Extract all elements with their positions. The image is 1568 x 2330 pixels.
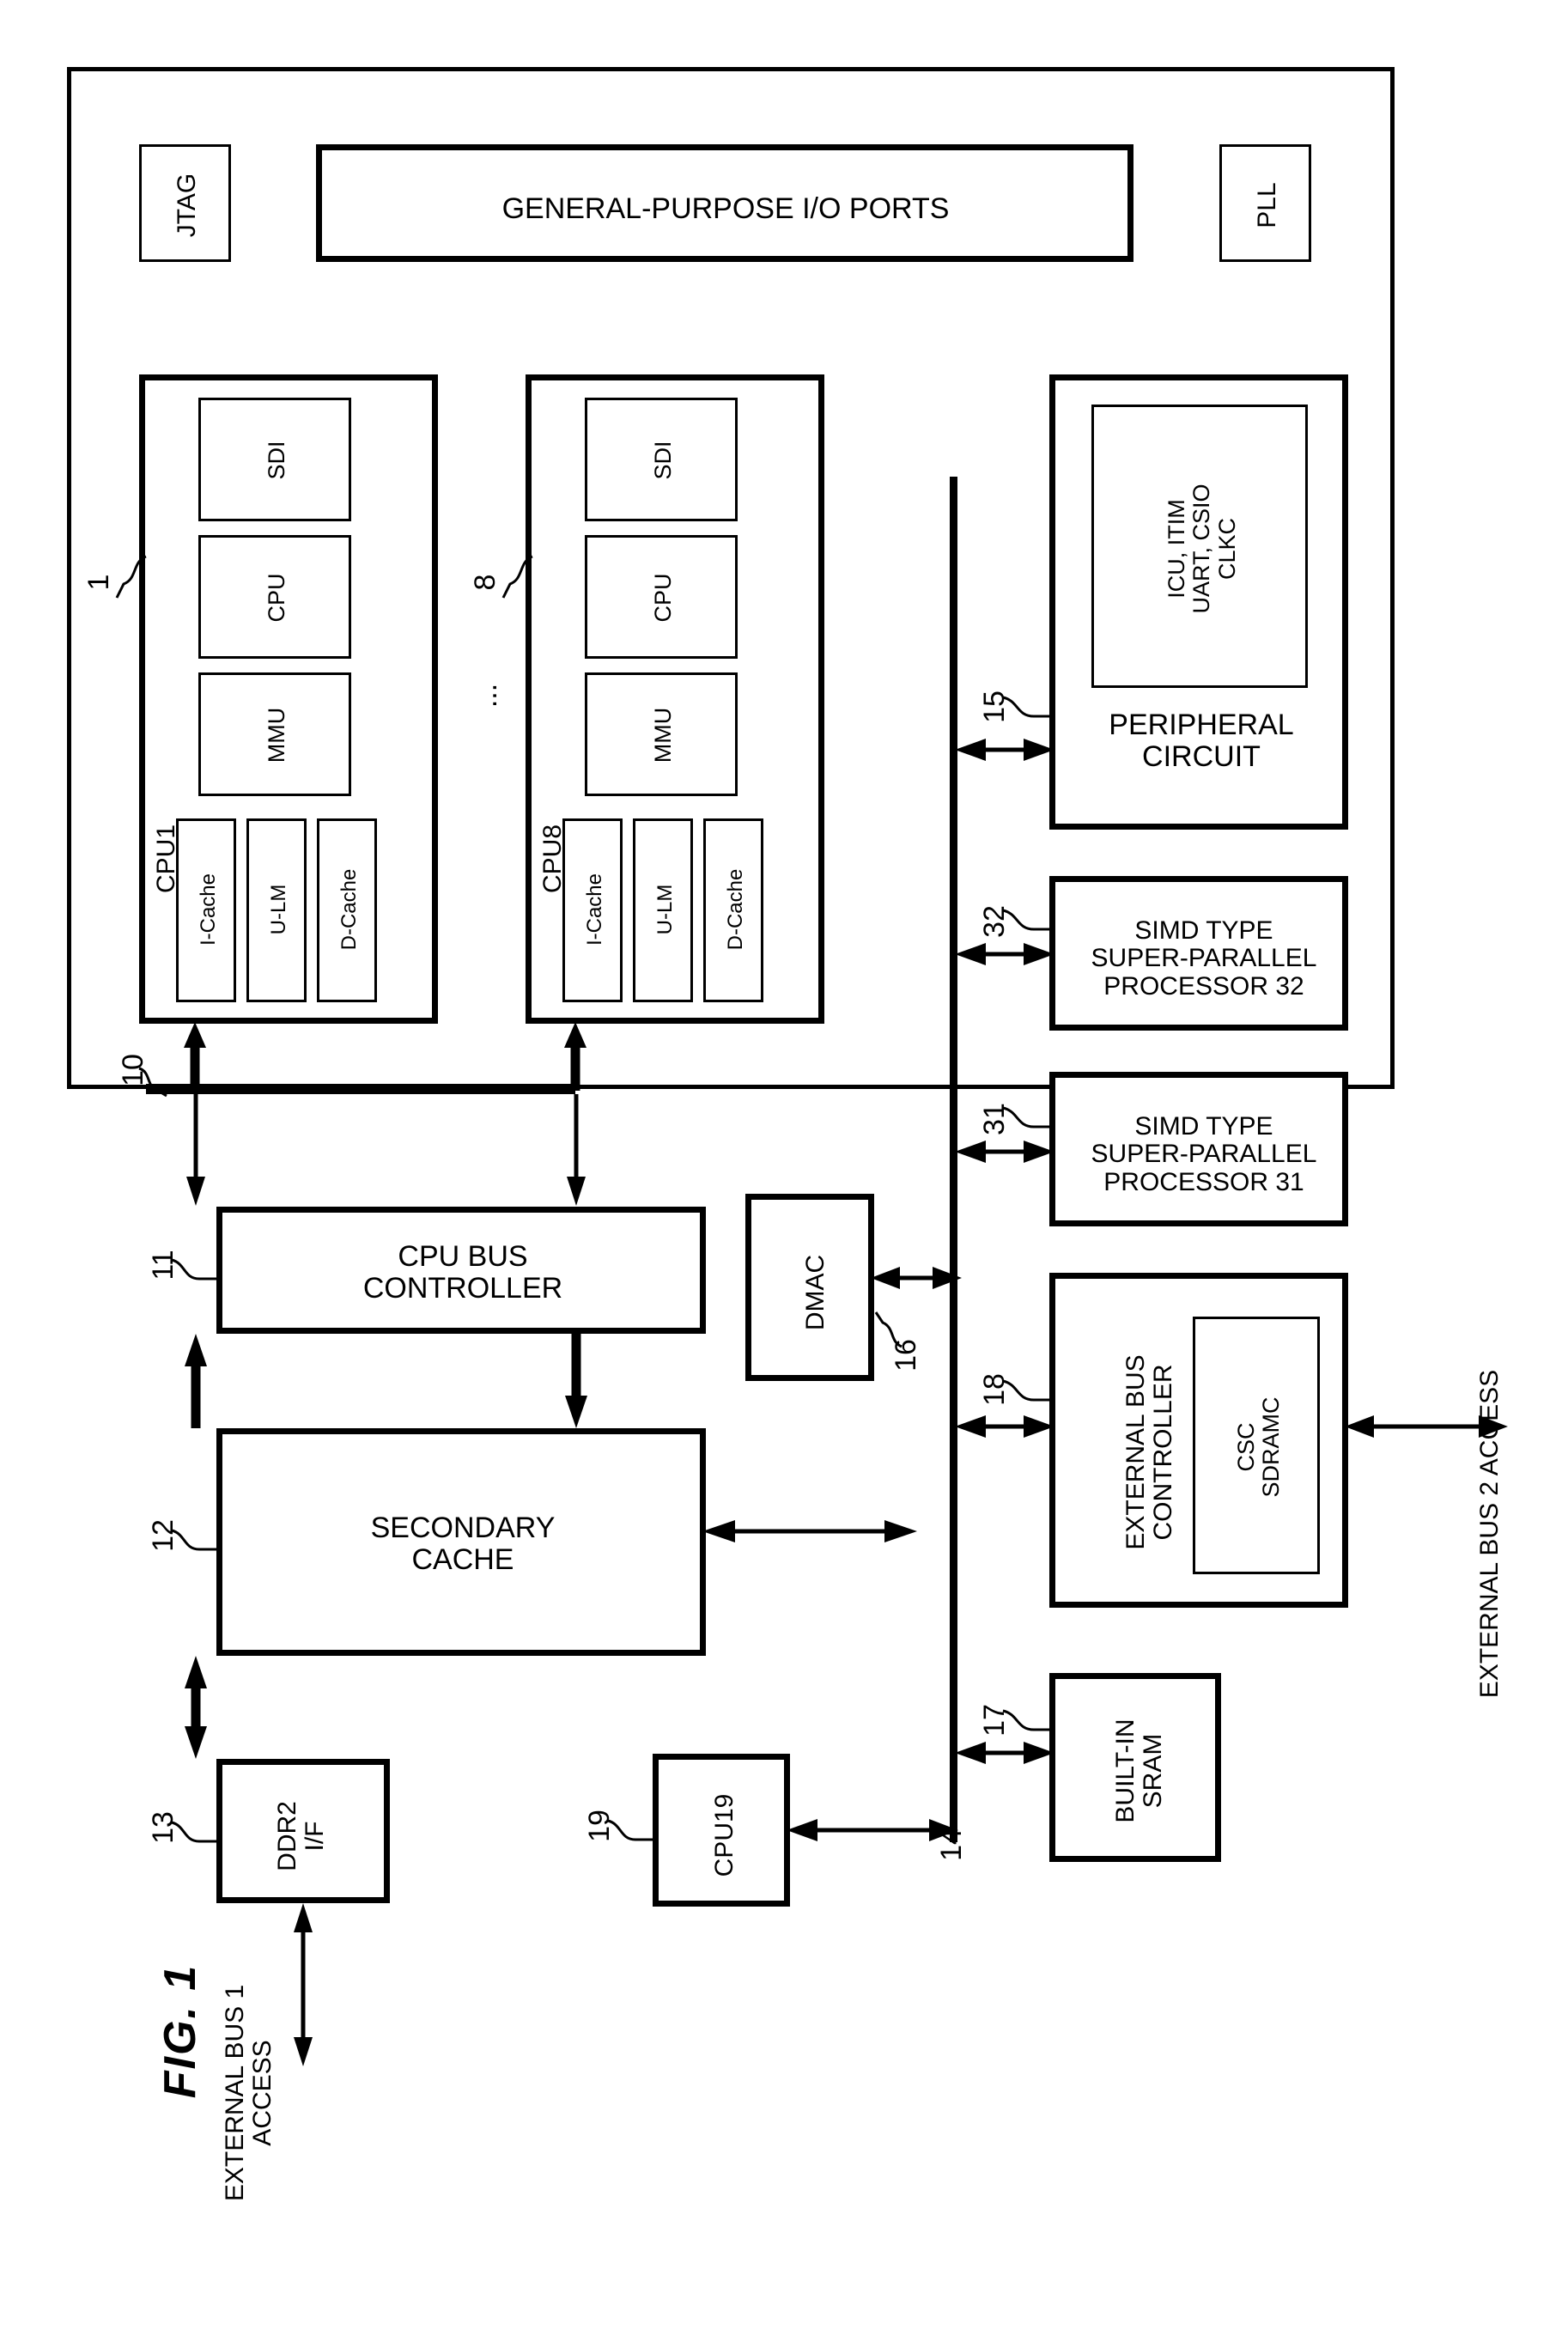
ddr2-if-block: DDR2 I/F bbox=[216, 1759, 390, 1903]
secondary-cache-label: SECONDARY CACHE bbox=[370, 1512, 556, 1576]
cache-to-ddr2-arrow bbox=[185, 1656, 207, 1759]
ddr2-if-label: DDR2 I/F bbox=[272, 1801, 329, 1871]
cache-to-internal-bus-arrow bbox=[702, 1520, 917, 1542]
cpu8-dcache-block: D-Cache bbox=[703, 818, 763, 1002]
leader-line-15 bbox=[1002, 696, 1053, 718]
leader-line-19 bbox=[607, 1819, 654, 1841]
leader-line-31 bbox=[1002, 1106, 1053, 1128]
cpu1-sdi-label: SDI bbox=[264, 441, 290, 480]
cpu1-cpu-label: CPU bbox=[264, 573, 290, 623]
ref-numeral-14: 14 bbox=[934, 1828, 968, 1861]
csc-sdramc-block: CSC SDRAMC bbox=[1193, 1317, 1320, 1574]
gpio-ports-block: GENERAL-PURPOSE I/O PORTS bbox=[316, 144, 1133, 262]
cpu1-dcache-block: D-Cache bbox=[317, 818, 377, 1002]
cpu8-sdi-block: SDI bbox=[585, 398, 738, 521]
leader-line-12 bbox=[171, 1529, 218, 1551]
simd31-block: SIMD TYPE SUPER-PARALLEL PROCESSOR 31 bbox=[1049, 1072, 1348, 1226]
cpu1-cpu-block: CPU bbox=[198, 535, 351, 659]
controller-to-cache-arrow-down bbox=[565, 1334, 587, 1428]
cpu8-sdi-label: SDI bbox=[650, 441, 677, 480]
simd31-label: SIMD TYPE SUPER-PARALLEL PROCESSOR 31 bbox=[1091, 1111, 1317, 1196]
cpu8-bus-arrow bbox=[564, 1022, 586, 1091]
builtin-sram-label: BUILT-IN SRAM bbox=[1110, 1719, 1167, 1823]
pll-block: PLL bbox=[1219, 144, 1311, 262]
external-bus1-label: EXTERNAL BUS 1 ACCESS bbox=[220, 1984, 277, 2202]
bus-to-simd31-arrow bbox=[955, 1141, 1054, 1163]
leader-line-1 bbox=[115, 555, 147, 599]
ref-numeral-1: 1 bbox=[82, 574, 115, 591]
peripheral-circuit-label: PERIPHERAL CIRCUIT bbox=[1109, 709, 1294, 773]
peripheral-inner-block: ICU, ITIM UART, CSIO CLKC bbox=[1091, 405, 1308, 688]
cpu8-ulm-label: U-LM bbox=[653, 884, 678, 935]
cpu8-mmu-label: MMU bbox=[650, 707, 677, 763]
peripheral-circuit-block: ICU, ITIM UART, CSIO CLKC PERIPHERAL CIR… bbox=[1049, 374, 1348, 830]
external-bus2-label: EXTERNAL BUS 2 ACCESS bbox=[1474, 1369, 1504, 1699]
leader-line-18 bbox=[1002, 1379, 1053, 1402]
bus-to-sram-arrow bbox=[955, 1742, 1054, 1764]
cpu1-mmu-label: MMU bbox=[264, 707, 290, 763]
leader-line-17 bbox=[1002, 1709, 1053, 1731]
cpu-bus-trunk bbox=[146, 1084, 575, 1094]
cpu1-sdi-block: SDI bbox=[198, 398, 351, 521]
bus-to-controller-arrow-left bbox=[186, 1094, 205, 1206]
bus-to-controller-arrow-right bbox=[567, 1094, 586, 1206]
cpu1-bus-arrow bbox=[184, 1022, 206, 1091]
cpu1-ulm-block: U-LM bbox=[246, 818, 307, 1002]
bus-to-ebc-arrow bbox=[955, 1415, 1054, 1438]
controller-to-cache-arrow-up bbox=[185, 1334, 207, 1428]
ref-numeral-8: 8 bbox=[468, 574, 501, 591]
cpu8-core-block: CPU8 SDI CPU MMU I-Cache U-LM D-Cache bbox=[526, 374, 824, 1024]
leader-line-32 bbox=[1002, 909, 1053, 931]
cpu8-cpu-label: CPU bbox=[650, 573, 677, 623]
cpu19-label: CPU19 bbox=[709, 1793, 738, 1877]
cpu-bus-controller-block: CPU BUS CONTROLLER bbox=[216, 1207, 706, 1334]
leader-line-16 bbox=[874, 1311, 903, 1348]
dmac-label: DMAC bbox=[800, 1254, 830, 1331]
leader-line-13 bbox=[171, 1821, 218, 1843]
cpu1-core-block: CPU1 SDI CPU MMU I-Cache U-LM D-Cache bbox=[139, 374, 438, 1024]
external-bus-controller-block: EXTERNAL BUS CONTROLLER CSC SDRAMC bbox=[1049, 1273, 1348, 1608]
jtag-label: JTAG bbox=[172, 173, 201, 238]
cpu8-icache-label: I-Cache bbox=[583, 873, 607, 946]
cpu1-mmu-block: MMU bbox=[198, 672, 351, 796]
cpu19-block: CPU19 bbox=[653, 1754, 790, 1907]
leader-line-11 bbox=[171, 1258, 218, 1281]
cpu8-icache-block: I-Cache bbox=[562, 818, 623, 1002]
pll-label: PLL bbox=[1252, 182, 1281, 228]
gpio-label: GENERAL-PURPOSE I/O PORTS bbox=[501, 192, 950, 225]
figure-label: FIG. 1 bbox=[155, 1963, 205, 2099]
cpu8-cpu-block: CPU bbox=[585, 535, 738, 659]
bus-to-simd32-arrow bbox=[955, 943, 1054, 965]
cpu8-dcache-label: D-Cache bbox=[724, 868, 748, 951]
simd32-label: SIMD TYPE SUPER-PARALLEL PROCESSOR 32 bbox=[1091, 916, 1317, 1001]
dmac-block: DMAC bbox=[745, 1194, 874, 1381]
cpu-bus-controller-label: CPU BUS CONTROLLER bbox=[362, 1240, 563, 1305]
dmac-to-internal-bus-arrow bbox=[871, 1267, 962, 1289]
csc-sdramc-label: CSC SDRAMC bbox=[1232, 1396, 1284, 1498]
peripheral-inner-label: ICU, ITIM UART, CSIO CLKC bbox=[1164, 484, 1240, 614]
external-bus-controller-label: EXTERNAL BUS CONTROLLER bbox=[1121, 1354, 1177, 1550]
jtag-block: JTAG bbox=[139, 144, 231, 262]
cpu1-ulm-label: U-LM bbox=[267, 884, 291, 935]
cpu19-to-internal-bus-arrow bbox=[787, 1819, 958, 1841]
bus-to-peripheral-arrow bbox=[955, 739, 1054, 761]
cpu1-icache-label: I-Cache bbox=[197, 873, 221, 946]
leader-line-8 bbox=[501, 555, 533, 599]
cpu1-dcache-label: D-Cache bbox=[337, 868, 362, 951]
cpu8-ulm-block: U-LM bbox=[633, 818, 693, 1002]
cpu1-icache-block: I-Cache bbox=[176, 818, 236, 1002]
external-bus1-arrow bbox=[294, 1903, 313, 2066]
leader-line-10 bbox=[138, 1067, 167, 1098]
simd32-block: SIMD TYPE SUPER-PARALLEL PROCESSOR 32 bbox=[1049, 876, 1348, 1031]
cores-ellipsis: ... bbox=[470, 683, 503, 709]
secondary-cache-block: SECONDARY CACHE bbox=[216, 1428, 706, 1656]
cpu8-mmu-block: MMU bbox=[585, 672, 738, 796]
builtin-sram-block: BUILT-IN SRAM bbox=[1049, 1673, 1221, 1862]
